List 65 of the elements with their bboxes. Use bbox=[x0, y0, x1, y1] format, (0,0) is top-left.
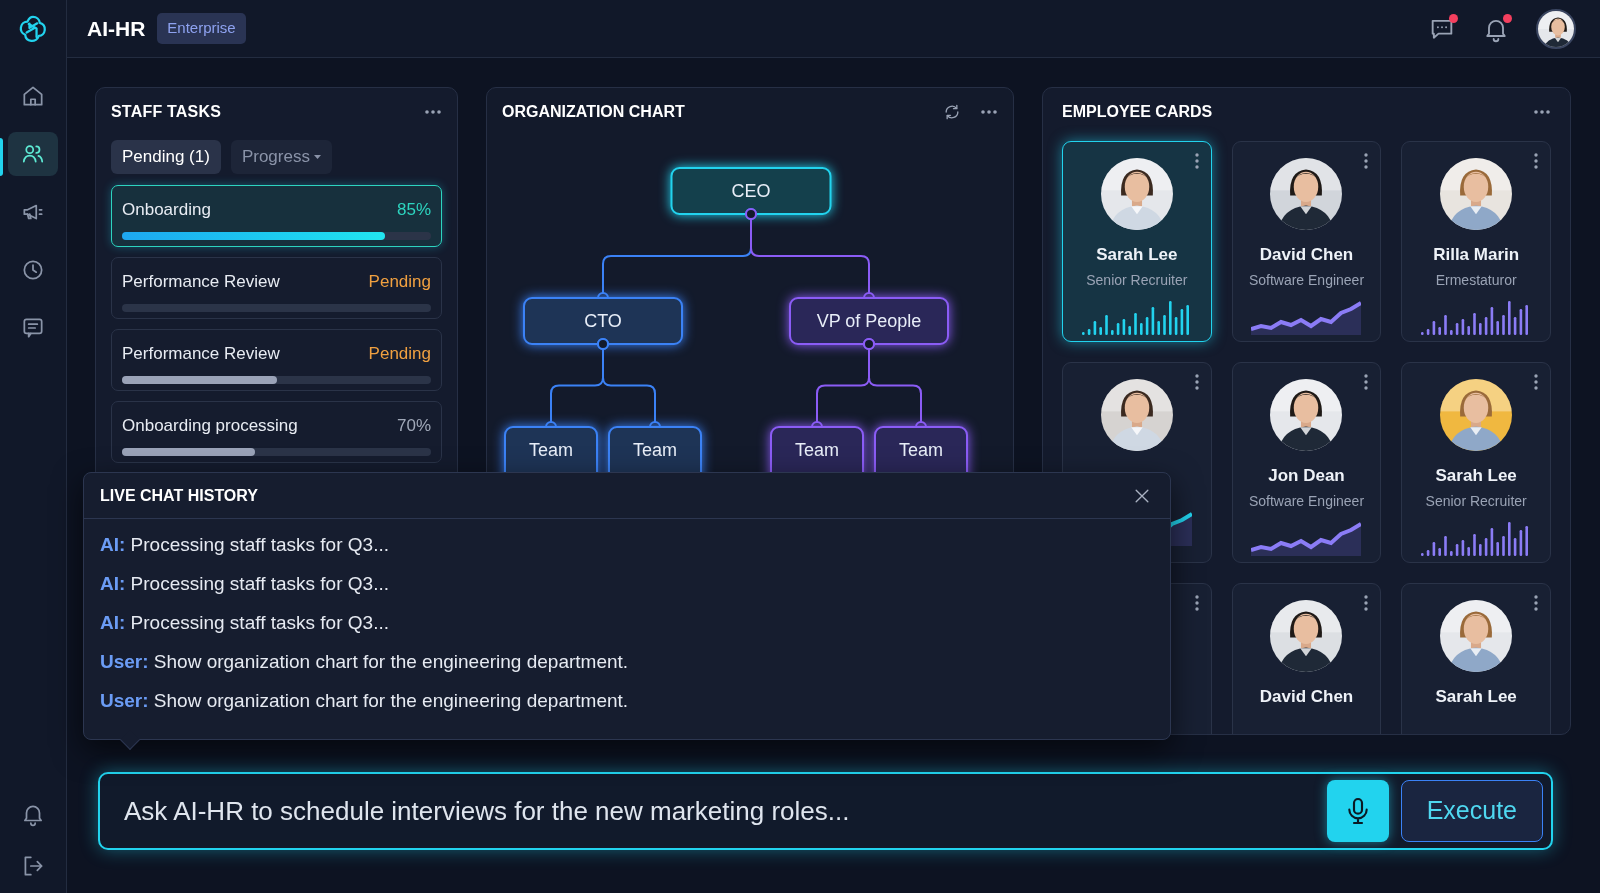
panel-title: ORGANIZATION CHART bbox=[502, 102, 685, 122]
employee-role: Senior Recruiter bbox=[1086, 270, 1188, 290]
task-status: Pending bbox=[368, 271, 431, 293]
microphone-button[interactable] bbox=[1326, 780, 1389, 842]
more-icon[interactable] bbox=[980, 109, 998, 115]
more-icon[interactable] bbox=[1534, 153, 1538, 169]
task-card[interactable]: Performance Review Pending bbox=[111, 329, 442, 391]
task-name: Onboarding bbox=[122, 199, 211, 221]
employee-card[interactable]: Jon Dean Software Engineer bbox=[1231, 362, 1382, 563]
employee-name: Sarah Lee bbox=[1435, 465, 1517, 487]
employee-name: Sarah Lee bbox=[1435, 686, 1517, 708]
task-status: Pending bbox=[368, 343, 431, 365]
employee-card[interactable]: Sarah Lee bbox=[1401, 583, 1551, 734]
more-icon[interactable] bbox=[1194, 153, 1199, 169]
more-icon[interactable] bbox=[424, 109, 442, 115]
task-name: Performance Review bbox=[122, 343, 280, 365]
org-node[interactable]: VP of People bbox=[789, 297, 949, 345]
filter-tab[interactable]: Progress bbox=[230, 140, 332, 174]
nav-button[interactable] bbox=[8, 132, 58, 176]
employee-card[interactable]: Sarah Lee Senior Recruiter bbox=[1062, 141, 1212, 342]
command-field[interactable]: Ask AI-HR to schedule interviews for the new marketing roles... Execute bbox=[98, 772, 1553, 850]
more-icon[interactable] bbox=[1533, 109, 1551, 115]
employee-name: Sarah Lee bbox=[1096, 244, 1178, 266]
more-icon[interactable] bbox=[1534, 374, 1538, 390]
message-icon bbox=[20, 315, 46, 341]
app-title: AI-HR bbox=[87, 15, 146, 42]
employee-name: David Chen bbox=[1259, 686, 1354, 708]
more-icon[interactable] bbox=[1364, 374, 1369, 390]
panel-title: LIVE CHAT HISTORY bbox=[100, 485, 258, 506]
employee-card[interactable]: David Chen bbox=[1231, 583, 1382, 734]
employee-name: Jon Dean bbox=[1268, 465, 1345, 487]
chat-message: AI: Processing staff tasks for Q3... bbox=[100, 611, 390, 635]
employee-role: Software Engineer bbox=[1248, 270, 1365, 290]
plan-badge: Enterprise bbox=[157, 13, 246, 44]
more-icon[interactable] bbox=[1194, 595, 1199, 611]
employee-name: Rilla Marin bbox=[1433, 244, 1520, 266]
org-node[interactable]: CEO bbox=[670, 167, 832, 215]
task-card[interactable]: Onboarding processing 70% bbox=[111, 401, 442, 463]
employee-card[interactable]: David Chen Software Engineer bbox=[1231, 141, 1382, 342]
employee-role: Software Engineer bbox=[1248, 491, 1365, 511]
employee-name: David Chen bbox=[1259, 244, 1354, 266]
employee-role: Ermestaturor bbox=[1435, 270, 1517, 290]
task-card[interactable]: Performance Review Pending bbox=[111, 257, 442, 319]
task-status: 70% bbox=[396, 415, 431, 437]
chat-message: AI: Processing staff tasks for Q3... bbox=[100, 533, 390, 557]
employee-role: Senior Recruiter bbox=[1425, 491, 1527, 511]
more-icon[interactable] bbox=[1364, 153, 1369, 169]
chat-message: User: Show organization chart for the engineering department. bbox=[100, 689, 630, 713]
chat-message: User: Show organization chart for the engineering department. bbox=[100, 650, 630, 674]
caret-icon bbox=[313, 154, 321, 160]
more-icon[interactable] bbox=[1534, 595, 1538, 611]
execute-button[interactable]: Execute bbox=[1400, 780, 1543, 842]
more-icon[interactable] bbox=[1194, 374, 1199, 390]
task-card[interactable]: Onboarding 85% bbox=[111, 185, 442, 247]
org-node[interactable]: CTO bbox=[523, 297, 683, 345]
task-status: 85% bbox=[396, 199, 431, 221]
panel-title: EMPLOYEE CARDS bbox=[1062, 102, 1213, 122]
more-icon[interactable] bbox=[1364, 595, 1369, 611]
panel-title: STAFF TASKS bbox=[111, 102, 222, 122]
task-name: Onboarding processing bbox=[122, 415, 298, 437]
chat-message: AI: Processing staff tasks for Q3... bbox=[100, 572, 390, 596]
employee-card[interactable]: Sarah Lee Senior Recruiter bbox=[1401, 362, 1551, 563]
task-name: Performance Review bbox=[122, 271, 280, 293]
filter-tab[interactable]: Pending (1) bbox=[111, 140, 221, 174]
employee-card[interactable]: Rilla Marin Ermestaturor bbox=[1401, 141, 1551, 342]
